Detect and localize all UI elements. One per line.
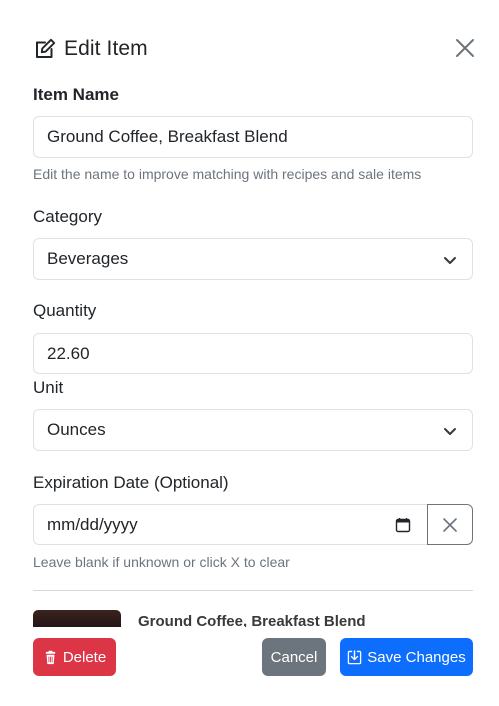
calendar-icon[interactable] [395,517,411,533]
item-name-value: Ground Coffee, Breakfast Blend [47,127,288,146]
item-name-label: Item Name [33,85,119,104]
cancel-label: Cancel [270,648,318,666]
chevron-down-icon [444,257,456,264]
modal-title: Edit Item [64,37,148,60]
expiration-help: Leave blank if unknown or click X to cle… [33,554,290,570]
cancel-button[interactable]: Cancel [262,638,326,676]
quantity-label: Quantity [33,301,97,320]
expiration-placeholder: mm/dd/yyyy [47,514,138,534]
item-name-input[interactable]: Ground Coffee, Breakfast Blend [33,116,473,158]
trash-icon [45,650,55,664]
item-name-help: Edit the name to improve matching with r… [33,166,422,182]
category-value: Beverages [47,249,129,268]
quantity-value: 22.60 [47,343,90,363]
save-label: Save Changes [367,648,466,666]
category-label: Category [33,207,102,226]
clear-date-button[interactable] [427,504,473,545]
x-icon [443,517,457,532]
unit-label: Unit [33,378,64,397]
expiration-date-input[interactable]: mm/dd/yyyy [33,504,428,545]
quantity-input[interactable]: 22.60 [33,333,473,374]
modal-header: Edit Item [33,34,476,64]
delete-label: Delete [62,648,107,666]
unit-select[interactable]: Ounces [33,409,473,451]
edit-item-modal: Edit Item Item Name Ground Coffee, Break… [0,0,499,706]
pencil-square-icon [36,38,56,58]
delete-button[interactable]: Delete [33,638,116,676]
chevron-down-icon [444,428,456,435]
save-changes-button[interactable]: Save Changes [340,638,473,676]
expiration-label: Expiration Date (Optional) [33,473,229,492]
close-icon[interactable] [453,36,477,60]
divider [33,590,473,591]
item-thumbnail [33,610,121,627]
item-preview: Ground Coffee, Breakfast Blend [33,610,473,627]
modal-footer: Delete Cancel Save Changes [33,638,473,676]
save-icon [348,649,362,664]
preview-item-name: Ground Coffee, Breakfast Blend [138,613,366,627]
category-select[interactable]: Beverages [33,238,473,280]
unit-value: Ounces [47,420,106,439]
